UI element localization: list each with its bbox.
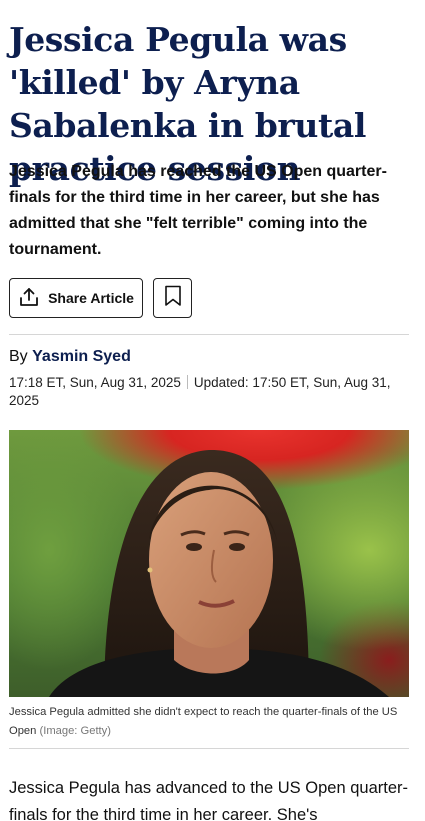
share-icon: [18, 286, 40, 311]
share-article-label: Share Article: [48, 290, 134, 306]
article-standfirst: Jessica Pegula has reached the US Open q…: [9, 163, 387, 258]
bookmark-button[interactable]: [153, 278, 192, 318]
article-image: [9, 430, 409, 697]
divider: [9, 334, 409, 335]
article-actions: Share Article: [9, 278, 192, 318]
divider: [9, 748, 409, 749]
share-article-button[interactable]: Share Article: [9, 278, 143, 318]
image-credit: (Image: Getty): [39, 725, 111, 737]
article-timestamps: 17:18 ET, Sun, Aug 31, 2025 Updated: 17:5…: [9, 374, 409, 410]
portrait-photo: [49, 449, 389, 697]
bookmark-icon: [164, 285, 182, 312]
timestamp-separator: [186, 375, 188, 389]
article-body-paragraph: Jessica Pegula has advanced to the US Op…: [9, 779, 408, 821]
author-link[interactable]: Yasmin Syed: [32, 348, 131, 365]
byline: By Yasmin Syed: [9, 348, 131, 366]
published-time: 17:18 ET, Sun, Aug 31, 2025: [9, 375, 181, 390]
byline-prefix: By: [9, 348, 28, 365]
image-caption: Jessica Pegula admitted she didn't expec…: [9, 703, 414, 741]
